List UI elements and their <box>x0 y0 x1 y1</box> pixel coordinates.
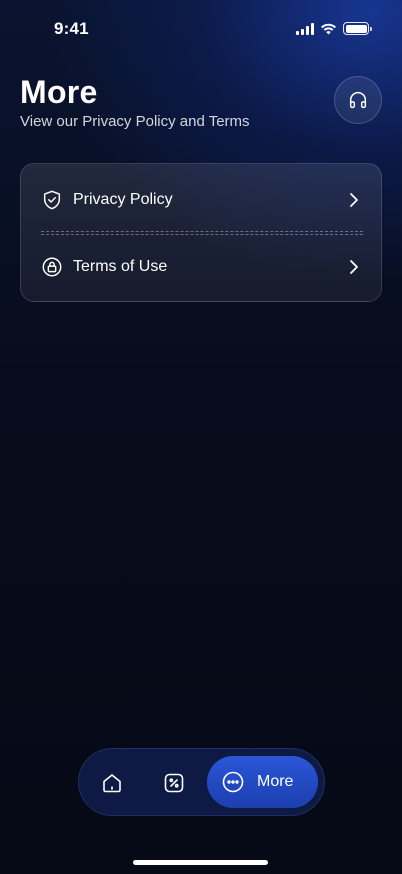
menu-item-label: Terms of Use <box>73 258 168 275</box>
tab-home[interactable] <box>95 767 129 799</box>
percent-tag-icon <box>164 773 184 793</box>
chevron-right-icon <box>347 260 361 274</box>
chevron-right-icon <box>347 193 361 207</box>
status-time: 9:41 <box>54 19 89 38</box>
more-dots-icon <box>222 771 244 793</box>
home-icon <box>103 774 121 793</box>
legal-menu-card: Privacy Policy Terms of Use <box>20 163 382 302</box>
wifi-icon <box>321 23 336 34</box>
status-icons <box>296 22 372 35</box>
page-subtitle: View our Privacy Policy and Terms <box>20 113 250 130</box>
status-bar: 9:41 <box>0 0 402 58</box>
tab-more[interactable]: More <box>207 756 318 808</box>
tab-more-label: More <box>257 773 294 790</box>
headphones-icon <box>349 92 367 109</box>
page-header: More View our Privacy Policy and Terms <box>20 74 382 130</box>
menu-item-terms-of-use[interactable]: Terms of Use <box>21 237 381 297</box>
menu-item-privacy-policy[interactable]: Privacy Policy <box>21 170 381 230</box>
battery-icon <box>343 22 372 35</box>
menu-divider <box>41 231 363 235</box>
home-indicator <box>133 860 268 865</box>
bottom-tab-bar: More <box>78 748 325 816</box>
menu-item-label: Privacy Policy <box>73 191 173 208</box>
background <box>0 0 402 874</box>
lock-circle-icon <box>41 256 63 278</box>
support-button[interactable] <box>334 76 382 124</box>
tab-deals[interactable] <box>157 767 191 799</box>
page-title: More <box>20 74 98 110</box>
cellular-signal-icon <box>296 22 314 35</box>
shield-check-icon <box>41 189 63 211</box>
